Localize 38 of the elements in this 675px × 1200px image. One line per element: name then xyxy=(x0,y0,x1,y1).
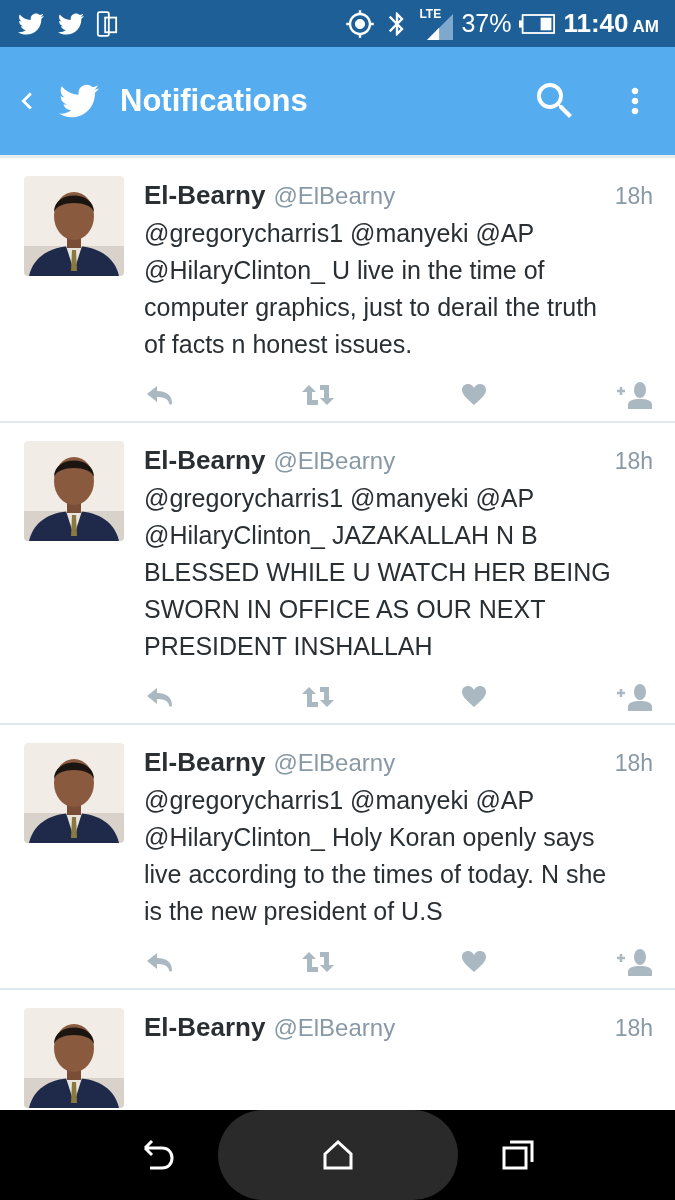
tweet-text: @gregorycharris1 @manyeki @AP @HilaryClinton_ U live in the time of computer graphics, just to derail the truth of facts n honest issues. xyxy=(144,218,598,360)
author-name: El-Bearny xyxy=(144,746,266,779)
tweet-time: 18h xyxy=(614,1014,653,1043)
reply-icon[interactable] xyxy=(146,952,174,972)
author-handle: @ElBearny xyxy=(273,748,396,778)
battery-icon xyxy=(519,13,556,34)
tweet-text: @gregorycharris1 @manyeki @AP @HilaryClinton_ Holy Koran openly says live according to the times of today. N she is the new president of U.S xyxy=(144,785,608,927)
retweet-icon[interactable] xyxy=(301,951,335,973)
retweet-icon[interactable] xyxy=(301,384,335,406)
tweet-card[interactable]: El-Bearny @ElBearny 18h @gregorycharris1 @manyeki @AP @HilaryClinton_ U live in the time of computer graphics, just to derail the truth of facts n honest issues. xyxy=(0,158,675,423)
devices-icon xyxy=(96,9,118,38)
tweet-card[interactable]: El-Bearny @ElBearny 18h @gregorycharris1 @manyeki @AP @HilaryClinton_ JAZAKALLAH N B BLESSED WHILE U WATCH HER BEING SWORN IN OFFICE AS OUR NEXT PRESIDENT INSHALLAH xyxy=(0,423,675,725)
location-icon xyxy=(345,8,376,39)
tweet-time: 18h xyxy=(614,749,653,778)
recents-icon[interactable] xyxy=(501,1140,534,1170)
retweet-icon[interactable] xyxy=(301,686,335,708)
tweet-time: 18h xyxy=(614,182,653,211)
author-handle: @ElBearny xyxy=(273,1013,396,1043)
reply-icon[interactable] xyxy=(146,385,174,405)
reply-icon[interactable] xyxy=(146,687,174,707)
heart-icon[interactable] xyxy=(462,686,486,708)
author-handle: @ElBearny xyxy=(273,181,396,211)
clock-period: AM xyxy=(632,16,659,38)
author-name: El-Bearny xyxy=(144,1011,266,1044)
back-nav-icon[interactable] xyxy=(141,1140,174,1170)
author-handle: @ElBearny xyxy=(273,446,396,476)
heart-icon[interactable] xyxy=(462,951,486,973)
network-label: LTE xyxy=(419,7,442,20)
tweet-time: 18h xyxy=(614,447,653,476)
clock-time: 11:40 xyxy=(563,7,629,40)
home-icon xyxy=(322,1140,353,1170)
battery-percent: 37% xyxy=(461,7,512,39)
tweet-card[interactable]: El-Bearny @ElBearny 18h @gregorycharris1 @manyeki @AP @HilaryClinton_ Holy Koran openly says live according to the times of today. N she is the new president of U.S xyxy=(0,725,675,990)
screen-title: Notifications xyxy=(120,81,308,120)
heart-icon[interactable] xyxy=(462,384,486,406)
tweet-text: @gregorycharris1 @manyeki @AP @HilaryClinton_ JAZAKALLAH N B BLESSED WHILE U WATCH HER BEING SWORN IN OFFICE AS OUR NEXT PRESIDENT INSHALLAH xyxy=(144,483,612,662)
author-name: El-Bearny xyxy=(144,444,266,477)
author-name: El-Bearny xyxy=(144,179,266,212)
